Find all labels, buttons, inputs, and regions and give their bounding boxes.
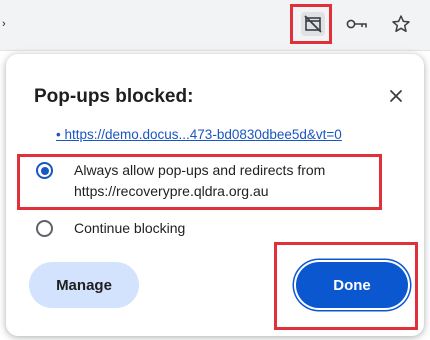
manage-button[interactable]: Manage	[29, 262, 139, 308]
star-icon[interactable]	[389, 12, 413, 36]
popups-blocked-dialog: Pop-ups blocked: • https://demo.docus...…	[6, 54, 424, 336]
browser-toolbar: ›	[0, 0, 430, 51]
popup-blocked-icon[interactable]	[301, 12, 325, 36]
option-continue-blocking[interactable]: Continue blocking	[28, 217, 288, 241]
radio-continue-blocking[interactable]	[36, 220, 53, 237]
option-label: Always allow pop-ups and redirects from …	[74, 162, 326, 199]
option-always-allow[interactable]: Always allow pop-ups and redirects from …	[28, 159, 408, 205]
key-icon[interactable]	[345, 12, 369, 36]
url-fragment: ›	[2, 18, 6, 30]
radio-always-allow[interactable]	[36, 162, 53, 179]
done-button[interactable]: Done	[296, 262, 408, 308]
option-label: Continue blocking	[74, 220, 186, 236]
close-icon[interactable]	[384, 84, 408, 108]
blocked-popup-link[interactable]: • https://demo.docus...473-bd0830dbee5d&…	[56, 127, 418, 142]
dialog-title: Pop-ups blocked:	[34, 86, 194, 107]
